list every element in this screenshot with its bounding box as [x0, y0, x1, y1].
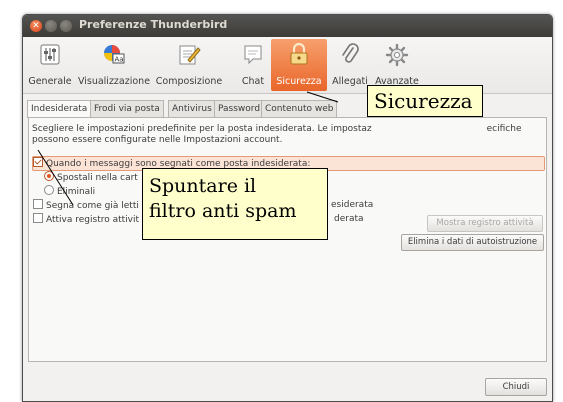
security-callout-line — [306, 91, 339, 103]
spam-callout-line1: Spuntare il — [149, 175, 257, 197]
spam-callout-line2: filtro anti spam — [149, 200, 297, 222]
spam-filter-callout: Spuntare il filtro anti spam — [142, 168, 328, 240]
spam-callout-line — [37, 149, 74, 206]
security-callout: Sicurezza — [367, 85, 483, 117]
